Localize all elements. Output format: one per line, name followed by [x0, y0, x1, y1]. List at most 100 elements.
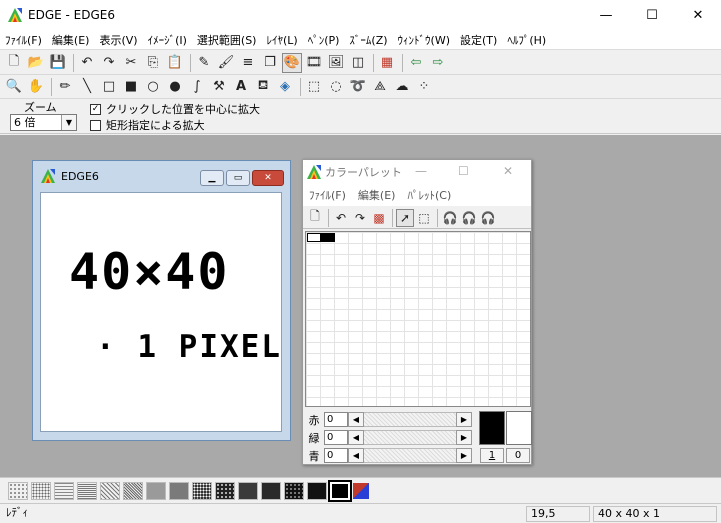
save-icon[interactable]: 💾 — [48, 53, 68, 73]
maximize-button[interactable]: ☐ — [629, 0, 675, 30]
image-minimize-button[interactable]: ▁ — [200, 170, 224, 186]
green-increase-button[interactable]: ▶ — [456, 430, 472, 445]
text-icon[interactable]: A — [231, 77, 251, 97]
center-click-option[interactable]: ✓ クリックした位置を中心に拡大 — [90, 101, 260, 117]
polygon-select-icon[interactable]: ⟁ — [370, 77, 390, 97]
pattern-swatch[interactable] — [307, 481, 327, 500]
palette-close-button[interactable]: ✕ — [503, 164, 513, 178]
palette-grid[interactable] — [305, 231, 531, 407]
menu-edit[interactable]: 編集(E) — [47, 32, 95, 48]
menu-settings[interactable]: 設定(T) — [455, 32, 502, 48]
pattern-swatch[interactable] — [31, 481, 51, 500]
headphones-icon[interactable]: 🎧 — [479, 209, 497, 227]
rect-select-icon[interactable]: ⬚ — [415, 209, 433, 227]
layer-icon[interactable]: ❐ — [260, 53, 280, 73]
copy-icon[interactable]: ⎘ — [143, 53, 163, 73]
pencil-icon[interactable]: ✏ — [55, 77, 75, 97]
curve-icon[interactable]: ∫ — [187, 77, 207, 97]
select-rect-icon[interactable]: ⬚ — [304, 77, 324, 97]
undo-icon[interactable]: ↶ — [77, 53, 97, 73]
hammer-icon[interactable]: ⚒ — [209, 77, 229, 97]
redo-icon[interactable]: ↷ — [351, 209, 369, 227]
pen-settings-icon[interactable]: ✎ — [194, 53, 214, 73]
image-close-button[interactable]: ✕ — [252, 170, 284, 186]
green-decrease-button[interactable]: ◀ — [348, 430, 364, 445]
blue-slider-track[interactable] — [364, 448, 456, 463]
red-decrease-button[interactable]: ◀ — [348, 412, 364, 427]
headphones-icon[interactable]: 🎧 — [460, 209, 478, 227]
palette-maximize-button[interactable]: ☐ — [458, 164, 469, 178]
palette-minimize-button[interactable]: — — [415, 164, 427, 178]
green-value-input[interactable]: 0 — [324, 430, 348, 445]
palette-menu-edit[interactable]: 編集(E) — [352, 187, 402, 203]
blob-icon[interactable]: ☁ — [392, 77, 412, 97]
arrow-left-icon[interactable]: ⇦ — [406, 53, 426, 73]
brush-settings-icon[interactable]: 🖌 — [216, 53, 236, 73]
headphones-icon[interactable]: 🎧 — [441, 209, 459, 227]
chevron-down-icon[interactable]: ▼ — [61, 115, 76, 130]
pattern-swatch[interactable] — [100, 481, 120, 500]
ellipse-icon[interactable]: ○ — [143, 77, 163, 97]
pattern-swatch[interactable] — [54, 481, 74, 500]
palette-swatch-white[interactable] — [307, 233, 321, 242]
menu-file[interactable]: ﾌｧｲﾙ(F) — [0, 32, 47, 48]
open-folder-icon[interactable]: 📂 — [26, 53, 46, 73]
menu-selection[interactable]: 選択範囲(S) — [192, 32, 262, 48]
pattern-swatch[interactable] — [238, 481, 258, 500]
menu-layer[interactable]: ﾚｲﾔ(L) — [261, 32, 302, 48]
pattern-swatch[interactable] — [77, 481, 97, 500]
color-picker-icon[interactable]: ▩ — [370, 209, 388, 227]
green-slider-track[interactable] — [364, 430, 456, 445]
line-width-icon[interactable]: ≡ — [238, 53, 258, 73]
palette-swatch-black[interactable] — [321, 233, 335, 242]
arrow-right-icon[interactable]: ⇨ — [428, 53, 448, 73]
menu-window[interactable]: ｳｨﾝﾄﾞｳ(W) — [393, 32, 455, 48]
pattern-swatch[interactable] — [123, 481, 143, 500]
line-icon[interactable]: ╲ — [77, 77, 97, 97]
zoom-icon[interactable]: 🔍 — [4, 77, 24, 97]
redo-icon[interactable]: ↷ — [99, 53, 119, 73]
paste-icon[interactable]: 📋 — [165, 53, 185, 73]
spray-icon[interactable]: ⛾ — [253, 77, 273, 97]
film-icon[interactable]: 🎞 — [304, 53, 324, 73]
pattern-swatch[interactable] — [146, 481, 166, 500]
red-slider-track[interactable] — [364, 412, 456, 427]
filled-rectangle-icon[interactable]: ■ — [121, 77, 141, 97]
pattern-swatch-selected[interactable] — [328, 479, 352, 502]
blue-increase-button[interactable]: ▶ — [456, 448, 472, 463]
pattern-swatch[interactable] — [169, 481, 189, 500]
lasso-icon[interactable]: ➰ — [348, 77, 368, 97]
blue-value-input[interactable]: 0 — [324, 448, 348, 463]
hand-icon[interactable]: ✋ — [26, 77, 46, 97]
pattern-swatch[interactable] — [192, 481, 212, 500]
select-ellipse-icon[interactable]: ◌ — [326, 77, 346, 97]
red-value-input[interactable]: 0 — [324, 412, 348, 427]
palette-menu-file[interactable]: ﾌｧｲﾙ(F) — [303, 187, 352, 203]
pattern-swatch[interactable] — [284, 481, 304, 500]
foreground-color-box[interactable] — [479, 411, 505, 445]
drawing-canvas[interactable]: 40×40 · 1 PIXEL — [40, 192, 282, 432]
palette-icon[interactable]: 🎨 — [282, 52, 302, 73]
blue-decrease-button[interactable]: ◀ — [348, 448, 364, 463]
menu-image[interactable]: ｲﾒｰｼﾞ(I) — [143, 32, 192, 48]
new-palette-icon[interactable]: 🗋 — [306, 209, 324, 227]
magic-select-icon[interactable]: ⁘ — [414, 77, 434, 97]
pattern-color-icon[interactable] — [353, 482, 369, 499]
filled-ellipse-icon[interactable]: ● — [165, 77, 185, 97]
close-button[interactable]: ✕ — [675, 0, 721, 30]
arrow-select-icon[interactable]: ➚ — [396, 208, 414, 227]
rectangle-icon[interactable]: □ — [99, 77, 119, 97]
red-increase-button[interactable]: ▶ — [456, 412, 472, 427]
palette-titlebar[interactable]: カラーパレット — ☐ ✕ — [303, 160, 531, 184]
cut-icon[interactable]: ✂ — [121, 53, 141, 73]
background-color-box[interactable] — [506, 411, 532, 445]
rect-zoom-checkbox[interactable] — [90, 119, 101, 131]
undo-icon[interactable]: ↶ — [332, 209, 350, 227]
rect-zoom-option[interactable]: 矩形指定による拡大 — [90, 117, 205, 133]
pattern-swatch[interactable] — [8, 481, 28, 500]
zoom-level-select[interactable]: 6 倍 ▼ — [10, 114, 77, 131]
menu-zoom[interactable]: ｽﾞｰﾑ(Z) — [344, 32, 392, 48]
menu-pen[interactable]: ﾍﾟﾝ(P) — [303, 32, 345, 48]
center-click-checkbox[interactable]: ✓ — [90, 103, 101, 115]
pattern-swatch[interactable] — [215, 481, 235, 500]
